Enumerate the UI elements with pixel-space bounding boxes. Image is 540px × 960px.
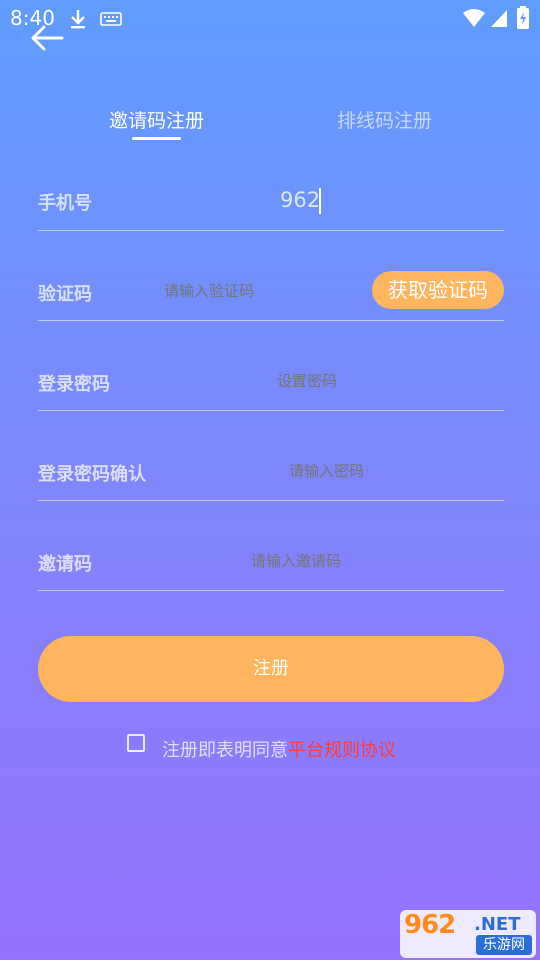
code-label: 验证码 — [38, 284, 92, 305]
download-icon — [71, 10, 85, 29]
keyboard-icon — [100, 12, 122, 26]
active-tab-indicator — [132, 137, 181, 140]
status-bar: 8:40 — [0, 0, 540, 36]
back-button[interactable] — [28, 22, 68, 54]
password-divider — [38, 410, 504, 411]
agreement-prefix: 注册即表明同意 — [162, 740, 288, 761]
password-label: 登录密码 — [38, 374, 110, 395]
agreement-link[interactable]: 平台规则协议 — [288, 740, 396, 761]
signal-icon — [491, 10, 507, 27]
watermark-domain: .NET — [474, 914, 521, 935]
password-input[interactable] — [277, 371, 477, 391]
agree-checkbox[interactable] — [127, 734, 145, 752]
wifi-icon — [463, 9, 485, 27]
invite-code-label: 邀请码 — [38, 554, 92, 575]
code-input[interactable] — [164, 281, 354, 301]
password-confirm-divider — [38, 500, 504, 501]
code-divider — [38, 320, 504, 321]
password-confirm-label: 登录密码确认 — [38, 464, 146, 485]
watermark-logo: 962 .NET 乐游网 — [400, 910, 536, 958]
phone-divider — [38, 230, 504, 231]
tab-invite-code-register[interactable]: 邀请码注册 — [109, 106, 204, 133]
watermark-site: 乐游网 — [476, 935, 532, 955]
battery-charging-icon — [517, 6, 529, 29]
password-confirm-input[interactable] — [289, 461, 489, 481]
watermark-number: 962 — [404, 910, 456, 940]
text-caret — [319, 188, 321, 214]
tab-queue-code-register[interactable]: 排线码注册 — [337, 106, 432, 133]
agreement-text: 注册即表明同意平台规则协议 — [162, 736, 396, 762]
get-code-button[interactable]: 获取验证码 — [372, 271, 504, 309]
invite-code-divider — [38, 590, 504, 591]
invite-code-input[interactable] — [251, 551, 471, 571]
register-button[interactable]: 注册 — [38, 636, 504, 702]
arrow-left-icon — [31, 25, 64, 51]
phone-input[interactable]: 962 — [280, 188, 320, 212]
phone-label: 手机号 — [38, 193, 92, 214]
